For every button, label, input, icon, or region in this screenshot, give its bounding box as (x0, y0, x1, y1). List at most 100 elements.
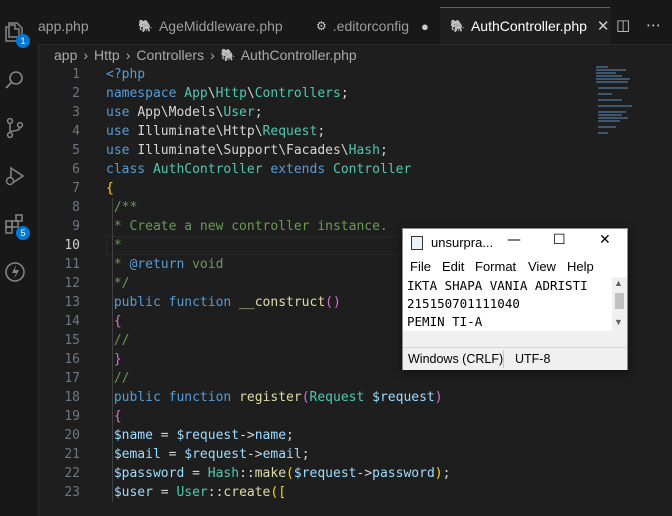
line-number: 13 (64, 295, 80, 310)
code-line[interactable]: 2 namespace App\Http\Controllers; (38, 84, 672, 103)
close-icon[interactable]: ✕ (599, 232, 611, 248)
code-token: * (106, 238, 122, 253)
notepad-text-area[interactable]: IKTA SHAPA VANIA ADRISTI 215150701111040 P… (403, 277, 613, 331)
code-token: public function (106, 295, 240, 310)
code-line[interactable]: 1 <?php (38, 65, 672, 84)
code-line[interactable]: 4 use Illuminate\Http\Request; (38, 122, 672, 141)
line-number: 11 (64, 257, 80, 272)
tab-auth-controller[interactable]: 🐘 AuthController.php ✕ (440, 7, 610, 44)
scroll-thumb[interactable] (615, 293, 624, 309)
notepad-menu-bar: File Edit Format View Help (403, 259, 627, 277)
maximize-icon[interactable]: ☐ (553, 232, 566, 248)
search-icon[interactable] (3, 68, 27, 92)
code-token: use (106, 124, 138, 139)
menu-file[interactable]: File (410, 259, 431, 274)
line-number: 3 (72, 105, 80, 120)
code-token: AuthController (152, 162, 271, 177)
code-token: $name (106, 428, 153, 443)
code-token: ) (434, 390, 443, 405)
code-text: public function register(Request $reques… (106, 388, 443, 407)
code-token: name (254, 428, 287, 443)
line-number: 21 (64, 447, 80, 462)
code-text: { (106, 312, 122, 331)
scroll-up-icon[interactable]: ▲ (614, 278, 623, 288)
code-token: ( (301, 390, 310, 405)
notepad-title: unsurpra... (431, 235, 494, 250)
menu-view[interactable]: View (528, 259, 556, 274)
code-token: Request (262, 124, 318, 139)
line-number: 9 (72, 219, 80, 234)
code-token: ; (317, 124, 326, 139)
menu-format[interactable]: Format (475, 259, 516, 274)
code-line[interactable]: 17 // (38, 369, 672, 388)
line-number: 15 (64, 333, 80, 348)
breadcrumb-item[interactable]: Http (94, 47, 120, 63)
more-actions-icon[interactable]: ⋯ (646, 16, 661, 34)
code-token: -> (356, 466, 373, 481)
minimap[interactable] (596, 64, 656, 154)
code-text: // (106, 331, 130, 350)
gear-icon: ⚙ (316, 19, 327, 33)
code-text: <?php (106, 65, 145, 84)
code-line[interactable]: 18 public function register(Request $req… (38, 388, 672, 407)
notepad-scrollbar[interactable]: ▲ ▼ (612, 277, 627, 331)
breadcrumb-item[interactable]: Controllers (136, 47, 204, 63)
line-number: 19 (64, 409, 80, 424)
breadcrumb-item[interactable]: app (54, 47, 77, 63)
code-token: email (262, 447, 302, 462)
tab-age-middleware[interactable]: 🐘 AgeMiddleware.php (138, 8, 283, 44)
code-token: $request (176, 428, 240, 443)
tab-app-php[interactable]: app.php (38, 8, 89, 44)
code-line[interactable]: 6 class AuthController extends Controller (38, 160, 672, 179)
code-line[interactable]: 21 $email = $request->email; (38, 445, 672, 464)
code-token: $request (293, 466, 357, 481)
php-icon: 🐘 (450, 19, 465, 33)
tab-label: .editorconfig (332, 18, 410, 34)
code-token: // (106, 333, 130, 348)
tab-editorconfig[interactable]: ⚙ .editorconfig ● (316, 8, 429, 44)
code-token: -> (239, 428, 255, 443)
code-token: void (184, 257, 224, 272)
code-line[interactable]: 23 $user = User::create([ (38, 483, 672, 502)
code-token: :: (207, 485, 224, 500)
code-token: /** (106, 200, 138, 215)
close-tab-icon[interactable]: ✕ (597, 17, 610, 35)
code-line[interactable]: 5 use Illuminate\Support\Facades\Hash; (38, 141, 672, 160)
code-token: ) (434, 466, 443, 481)
notepad-window[interactable]: unsurpra... — ☐ ✕ File Edit Format View … (402, 228, 628, 370)
code-text: { (106, 407, 122, 426)
text-line: PEMIN TI-A (407, 314, 483, 329)
code-token: Request (309, 390, 373, 405)
code-token: -> (246, 447, 263, 462)
menu-edit[interactable]: Edit (442, 259, 464, 274)
run-debug-icon[interactable] (3, 164, 27, 188)
split-editor-icon[interactable]: ◫ (616, 16, 630, 34)
minimize-icon[interactable]: — (507, 232, 521, 248)
code-line[interactable]: 8 /** (38, 198, 672, 217)
code-token: Controller (333, 162, 412, 177)
line-number: 2 (72, 86, 80, 101)
code-text: class AuthController extends Controller (106, 160, 411, 179)
scroll-down-icon[interactable]: ▼ (614, 317, 623, 327)
line-ending-status: Windows (CRLF) (408, 352, 504, 366)
code-token: Illuminate\Support\Facades\ (137, 143, 349, 158)
code-token: ; (442, 466, 451, 481)
notepad-title-bar[interactable]: unsurpra... — ☐ ✕ (403, 229, 627, 257)
breadcrumb-item[interactable]: AuthController.php (241, 47, 357, 63)
code-line[interactable]: 19 { (38, 407, 672, 426)
text-line: 215150701111040 (407, 296, 520, 311)
code-line[interactable]: 3 use App\Models\User; (38, 103, 672, 122)
line-number: 5 (72, 143, 80, 158)
code-token: __construct (239, 295, 326, 310)
code-text: namespace App\Http\Controllers; (106, 84, 349, 103)
source-control-icon[interactable] (3, 116, 27, 140)
modified-dot-icon[interactable]: ● (421, 19, 429, 34)
menu-help[interactable]: Help (567, 259, 594, 274)
code-line[interactable]: 22 $password = Hash::make($request->pass… (38, 464, 672, 483)
remote-icon[interactable] (3, 260, 27, 284)
encoding-status: UTF-8 (515, 352, 551, 366)
code-line[interactable]: 20 $name = $request->name; (38, 426, 672, 445)
vertical-scrollbar[interactable] (658, 64, 672, 516)
code-line[interactable]: 7{ (38, 179, 672, 198)
tab-label: app.php (38, 18, 89, 34)
